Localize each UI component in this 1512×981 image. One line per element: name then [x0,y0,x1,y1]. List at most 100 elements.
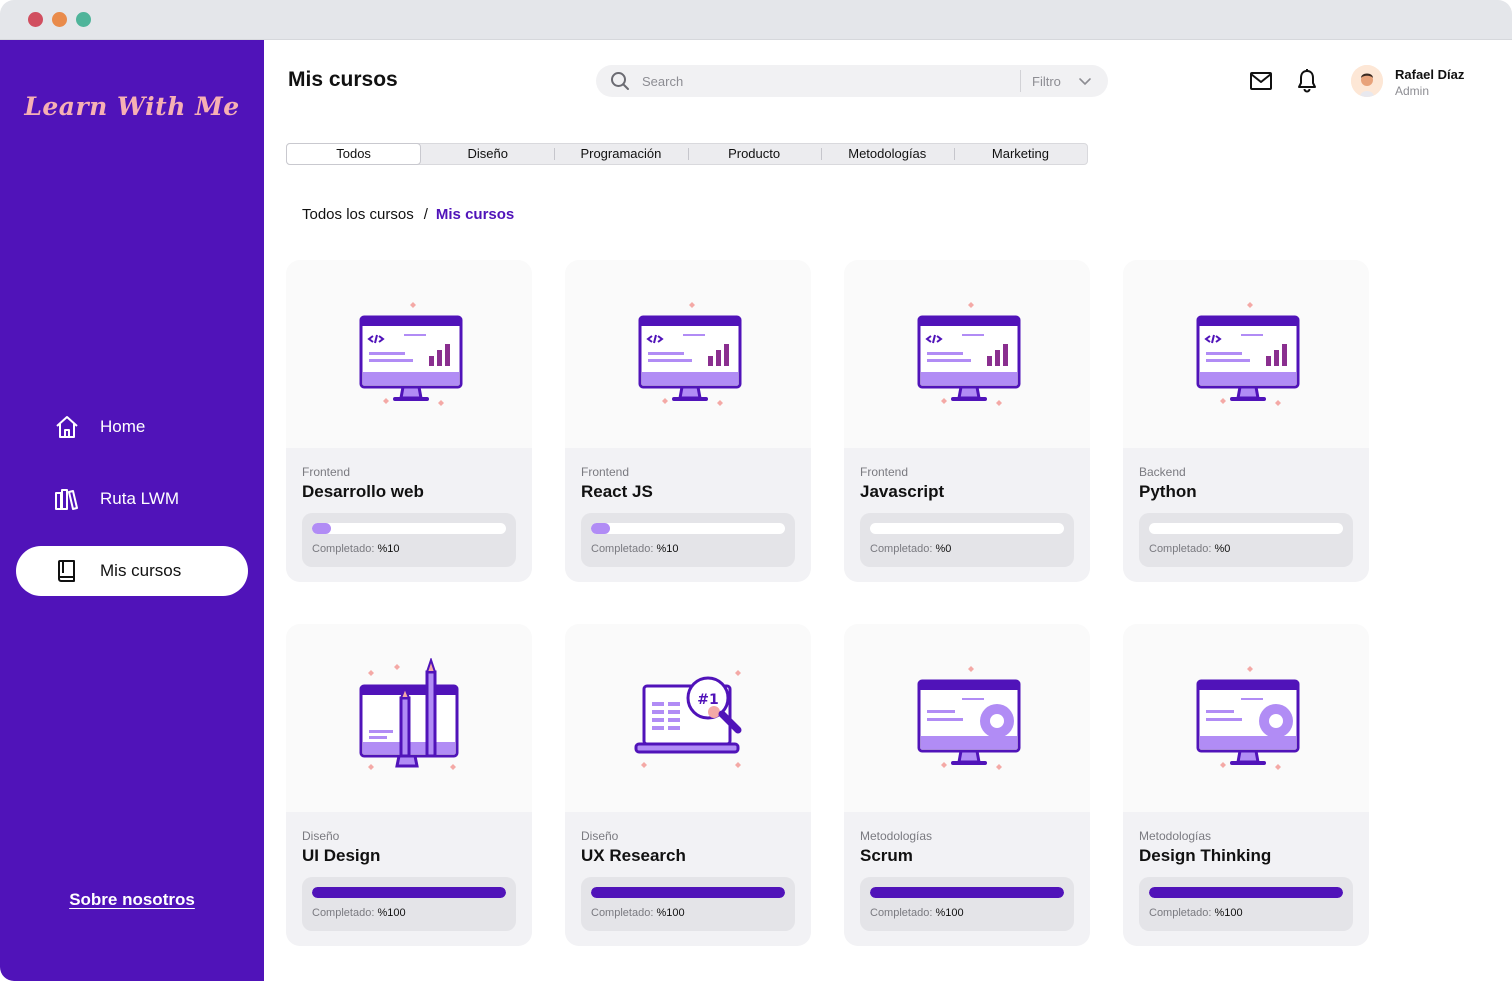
progress-track [1149,887,1343,898]
course-title: Design Thinking [1139,846,1272,865]
course-illustration [286,624,532,812]
course-title: Scrum [860,846,913,865]
course-card[interactable]: Diseño UI Design Completado: %100 [286,624,532,946]
tab-marketing[interactable]: Marketing [953,144,1087,164]
tab-diseno[interactable]: Diseño [421,144,554,164]
search-input[interactable] [642,65,1012,97]
progress-track [312,523,506,534]
progress-text: Completado: %100 [870,907,964,919]
progress-prefix: Completado: [870,907,933,919]
course-info: Frontend Desarrollo web Completado: %10 [286,448,532,582]
monitor-chart-illustration [638,302,742,406]
user-role: Admin [1395,84,1430,98]
user-name[interactable]: Rafael Díaz [1395,67,1464,82]
course-info: Diseño UI Design Completado: %100 [286,812,532,946]
course-card[interactable]: Metodologías Scrum Completado: %100 [844,624,1090,946]
progress-track [870,523,1064,534]
progress-value: %100 [935,907,964,919]
course-card[interactable]: Metodologías Design Thinking Completado:… [1123,624,1369,946]
svg-text:#1: #1 [697,692,718,708]
page-title: Mis cursos [288,68,398,91]
progress-fill [591,523,611,534]
book-icon [58,560,75,582]
progress-fill [870,887,1064,898]
course-progress: Completado: %10 [302,513,516,567]
tab-metodologias[interactable]: Metodologías [820,144,954,164]
course-illustration [565,260,811,448]
course-title: Python [1139,482,1197,501]
course-illustration: #1 [565,624,811,812]
chevron-down-icon[interactable] [1078,74,1092,88]
monitor-pencils-illustration [359,658,459,770]
course-category: Metodologías [1139,829,1212,843]
about-us-link[interactable]: Sobre nosotros [0,890,264,910]
progress-fill [312,887,506,898]
course-category: Metodologías [860,829,933,843]
progress-text: Completado: %10 [591,543,678,555]
progress-text: Completado: %0 [1149,543,1230,555]
breadcrumb-current: Mis cursos [435,206,515,223]
sidebar: Learn With Me Home Ruta LWM Mis cursos S… [0,40,264,981]
course-progress: Completado: %100 [860,877,1074,931]
course-category: Backend [1139,465,1186,479]
progress-text: Completado: %0 [870,543,951,555]
tab-todos[interactable]: Todos [286,143,422,165]
course-progress: Completado: %100 [1139,877,1353,931]
course-info: Frontend React JS Completado: %10 [565,448,811,582]
course-illustration [1123,624,1369,812]
course-progress: Completado: %0 [1139,513,1353,567]
course-card[interactable]: Frontend React JS Completado: %10 [565,260,811,582]
course-card[interactable]: Frontend Javascript Completado: %0 [844,260,1090,582]
course-info: Frontend Javascript Completado: %0 [844,448,1090,582]
bell-icon[interactable] [1296,68,1318,94]
progress-value: %10 [656,543,679,555]
monitor-chart-illustration [1196,302,1300,406]
progress-track [312,887,506,898]
user-avatar-image [1351,65,1383,97]
course-card[interactable]: Backend Python Completado: %0 [1123,260,1369,582]
course-card[interactable]: #1 Diseño UX Research Completado: %100 [565,624,811,946]
close-window-button[interactable] [28,12,43,27]
course-info: Backend Python Completado: %0 [1123,448,1369,582]
course-info: Metodologías Design Thinking Completado:… [1123,812,1369,946]
app-logo[interactable]: Learn With Me [0,92,264,121]
filter-dropdown[interactable]: Filtro [1032,74,1061,89]
course-card[interactable]: Frontend Desarrollo web Completado: %10 [286,260,532,582]
window-titlebar [0,0,1512,40]
progress-value: %10 [377,543,400,555]
monitor-gear-illustration [1196,666,1300,770]
maximize-window-button[interactable] [76,12,91,27]
progress-track [591,887,785,898]
course-progress: Completado: %10 [581,513,795,567]
course-illustration [286,260,532,448]
progress-value: %100 [1214,907,1243,919]
progress-prefix: Completado: [591,543,654,555]
mail-icon[interactable] [1249,70,1273,92]
course-info: Diseño UX Research Completado: %100 [565,812,811,946]
sidebar-item-ruta-lwm[interactable]: Ruta LWM [16,474,248,524]
tab-producto[interactable]: Producto [687,144,821,164]
course-title: Javascript [860,482,945,501]
library-icon [55,489,78,510]
progress-fill [312,523,332,534]
progress-prefix: Completado: [312,543,375,555]
breadcrumb-root[interactable]: Todos los cursos [302,206,414,223]
sidebar-item-home[interactable]: Home [16,402,248,452]
breadcrumb-separator: / [423,206,428,223]
avatar[interactable] [1351,65,1383,97]
search-icon[interactable] [610,71,630,91]
breadcrumb: Todos los cursos / Mis cursos [302,206,514,223]
sidebar-item-label: Mis cursos [100,561,182,580]
course-category: Frontend [302,465,351,479]
progress-track [870,887,1064,898]
app-window: Learn With Me Home Ruta LWM Mis cursos S… [0,0,1512,981]
course-title: UI Design [302,846,381,865]
search-divider [1020,70,1021,92]
progress-value: %0 [1214,543,1231,555]
course-illustration [1123,260,1369,448]
sidebar-item-mis-cursos[interactable]: Mis cursos [16,546,248,596]
minimize-window-button[interactable] [52,12,67,27]
monitor-gear-illustration [917,666,1021,770]
tab-programacion[interactable]: Programación [554,144,687,164]
course-info: Metodologías Scrum Completado: %100 [844,812,1090,946]
